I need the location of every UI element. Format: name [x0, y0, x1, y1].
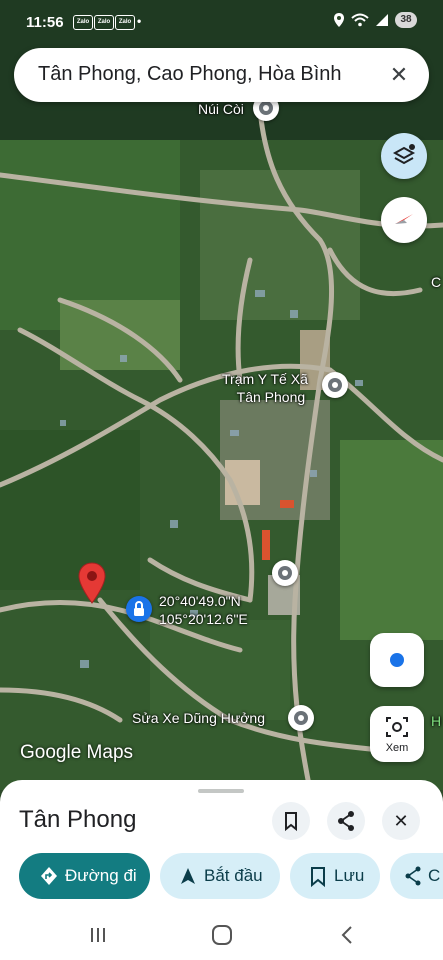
coordinate-longitude: 105°20'12.6"E — [159, 611, 248, 627]
coordinate-latitude: 20°40'49.0"N — [159, 593, 241, 609]
share-button[interactable]: C — [390, 853, 443, 899]
save-icon-button[interactable] — [272, 802, 310, 840]
status-time: 11:56 — [26, 14, 64, 31]
drag-handle[interactable] — [198, 789, 244, 793]
share-icon-button[interactable] — [327, 802, 365, 840]
edge-label-c: C — [431, 274, 442, 290]
system-nav-bar — [0, 910, 443, 960]
save-button[interactable]: Lưu — [290, 853, 380, 899]
layers-button[interactable] — [381, 133, 427, 179]
view-button[interactable]: Xem — [370, 706, 424, 762]
search-query[interactable]: Tân Phong, Cao Phong, Hòa Bình — [38, 63, 342, 86]
bookmark-icon — [285, 812, 297, 832]
zalo-notification-icon: Zalo — [73, 15, 93, 30]
google-maps-logo: Google Maps — [20, 742, 134, 763]
layers-icon — [392, 144, 416, 165]
search-bar[interactable]: Tân Phong, Cao Phong, Hòa Bình ✕ — [14, 48, 429, 102]
back-icon[interactable] — [340, 925, 354, 945]
location-status-icon — [334, 13, 344, 27]
navigation-arrow-icon — [181, 868, 195, 884]
close-icon[interactable]: ✕ — [383, 59, 415, 91]
edge-label-h: H — [431, 713, 442, 729]
directions-button[interactable]: Đường đi — [19, 853, 150, 899]
bookmark-icon — [311, 867, 325, 888]
poi-marker-sua-xe[interactable] — [288, 705, 314, 731]
close-icon: ✕ — [393, 811, 409, 831]
directions-label: Đường đi — [65, 866, 137, 885]
school-icon[interactable] — [272, 560, 298, 586]
zalo-notification-icon: Zalo — [115, 15, 135, 30]
save-label: Lưu — [334, 866, 365, 885]
close-sheet-button[interactable]: ✕ — [382, 802, 420, 840]
lock-icon — [126, 596, 152, 622]
poi-label-tram-y-te-line2: Tân Phong — [236, 389, 306, 405]
location-pin-icon[interactable] — [77, 561, 107, 605]
poi-marker-tram-y-te[interactable] — [322, 372, 348, 398]
more-notifications-icon: • — [137, 14, 142, 28]
share-icon — [405, 866, 421, 886]
coordinates-label: 20°40'49.0"N 105°20'12.6"E — [159, 592, 248, 628]
status-bar: 11:56 Zalo Zalo Zalo • 38 — [0, 0, 443, 42]
signal-icon — [376, 14, 388, 26]
zalo-notification-icon: Zalo — [94, 15, 114, 30]
my-location-icon — [390, 653, 404, 667]
battery-icon: 38 — [395, 12, 417, 28]
home-icon[interactable] — [211, 924, 233, 946]
start-label: Bắt đầu — [204, 866, 263, 885]
place-title: Tân Phong — [19, 806, 137, 833]
directions-icon — [41, 867, 57, 885]
camera-scan-icon — [386, 717, 408, 737]
wifi-icon — [351, 13, 369, 27]
compass-icon — [395, 214, 413, 224]
share-icon — [338, 811, 354, 831]
poi-label-tram-y-te-line1: Trạm Y Tế Xã — [222, 371, 308, 387]
compass-button[interactable] — [381, 197, 427, 243]
share-label: C — [428, 866, 441, 885]
start-button[interactable]: Bắt đầu — [160, 853, 280, 899]
poi-label-tram-y-te: Trạm Y Tế Xã Tân Phong — [222, 370, 308, 406]
recent-apps-icon[interactable] — [88, 925, 108, 945]
view-button-label: Xem — [385, 742, 409, 754]
poi-label-nui-coi: Núi Còi — [198, 101, 244, 117]
poi-label-sua-xe: Sửa Xe Dũng Hưởng — [132, 710, 265, 726]
my-location-button[interactable] — [370, 633, 424, 687]
